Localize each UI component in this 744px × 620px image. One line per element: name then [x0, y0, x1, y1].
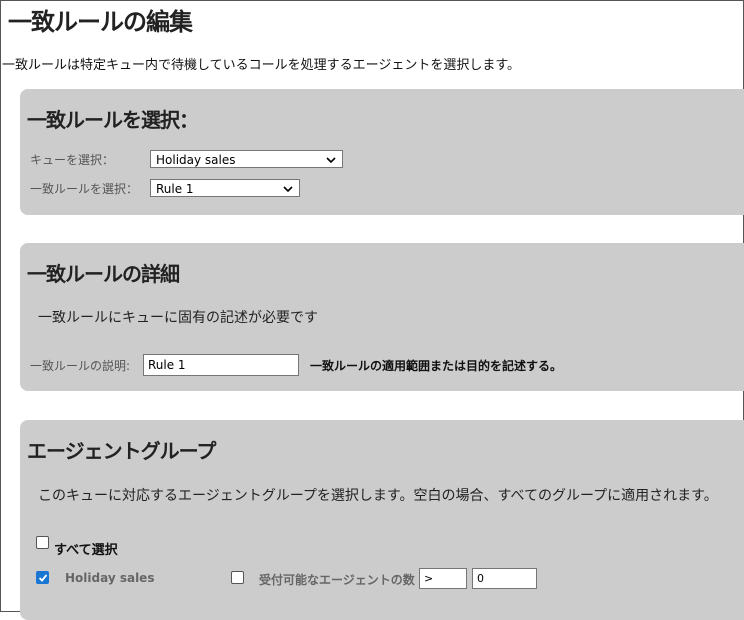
available-agents-label: 受付可能なエージェントの数	[259, 573, 415, 587]
rule-description-input[interactable]: Rule 1	[143, 354, 299, 376]
rule-details-description: 一致ルールにキューに固有の記述が必要です	[38, 310, 318, 326]
queue-select-label: キューを選択：	[30, 153, 115, 167]
chevron-down-icon	[326, 157, 336, 164]
select-all-checkbox[interactable]	[36, 536, 49, 549]
rule-description-hint: 一致ルールの適用範囲または目的を記述する。	[310, 359, 563, 373]
agent-count-input[interactable]: 0	[472, 568, 537, 589]
rule-details-panel: 一致ルールの詳細 一致ルールにキューに固有の記述が必要です 一致ルールの説明: …	[20, 243, 744, 391]
queue-select[interactable]: Holiday sales	[150, 150, 343, 168]
rule-select[interactable]: Rule 1	[150, 179, 300, 197]
select-rule-heading: 一致ルールを選択：	[27, 108, 199, 132]
select-rule-panel: 一致ルールを選択： キューを選択： Holiday sales 一致ルールを選択…	[20, 89, 744, 215]
agent-group-description: このキューに対応するエージェントグループを選択します。空白の場合、すべてのグルー…	[38, 488, 718, 504]
page-intro: 一致ルールは特定キュー内で待機しているコールを処理するエージェントを選択します。	[2, 58, 521, 73]
rule-details-heading: 一致ルールの詳細	[27, 262, 180, 286]
agent-count-operator-input[interactable]: >	[419, 568, 467, 589]
agent-group-heading: エージェントグループ	[27, 439, 216, 463]
available-agents-checkbox[interactable]	[231, 571, 244, 584]
select-all-label: すべて選択	[54, 543, 118, 558]
holiday-sales-group-checkbox[interactable]	[36, 571, 49, 584]
agent-group-panel: エージェントグループ このキューに対応するエージェントグループを選択します。空白…	[20, 420, 744, 620]
rule-description-value: Rule 1	[148, 358, 186, 372]
holiday-sales-group-label: Holiday sales	[65, 571, 155, 585]
agent-count-value: 0	[477, 572, 484, 585]
checkmark-icon	[38, 574, 48, 582]
chevron-down-icon	[283, 186, 293, 193]
page-title: 一致ルールの編集	[8, 8, 193, 36]
rule-select-label: 一致ルールを選択：	[30, 182, 139, 196]
agent-count-operator-value: >	[424, 572, 434, 585]
rule-description-label: 一致ルールの説明:	[30, 359, 131, 373]
queue-select-value: Holiday sales	[156, 153, 236, 167]
rule-select-value: Rule 1	[156, 182, 194, 196]
